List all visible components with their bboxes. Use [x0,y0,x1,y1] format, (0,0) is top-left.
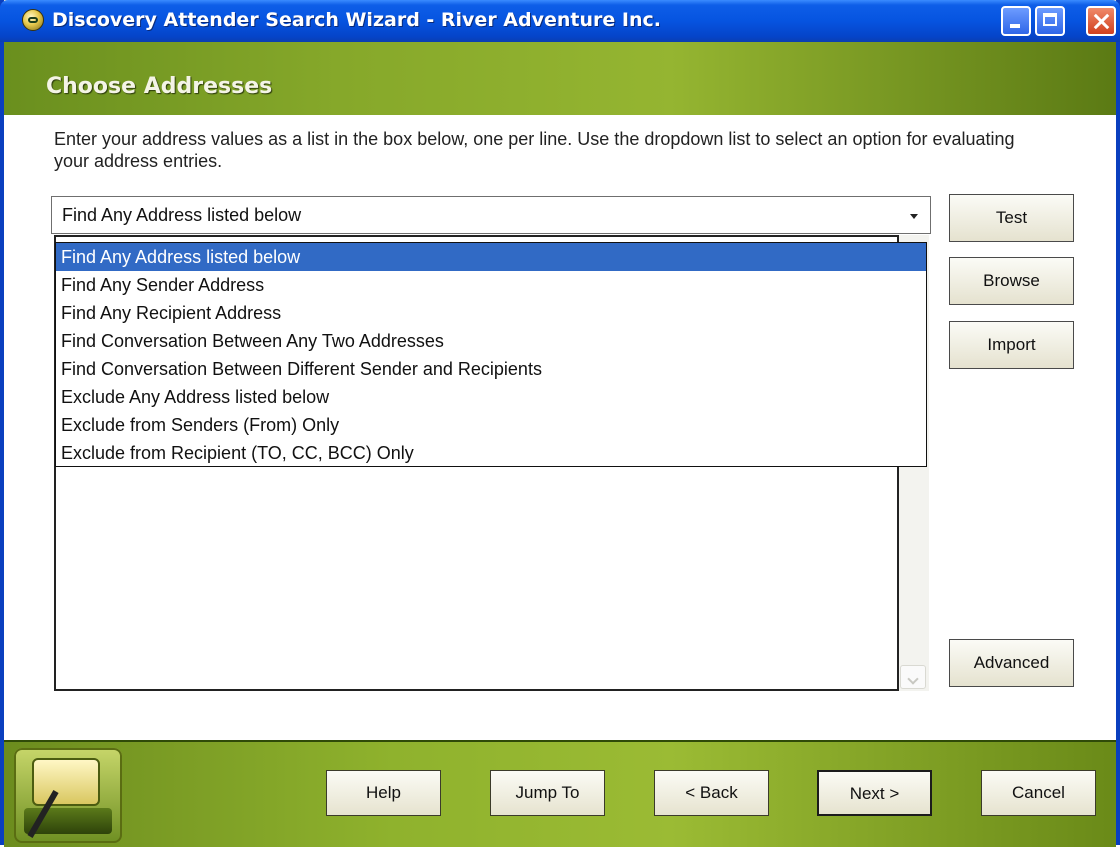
dropdown-option[interactable]: Find Conversation Between Different Send… [56,355,926,383]
dropdown-selected-value: Find Any Address listed below [62,205,302,225]
dropdown-option[interactable]: Find Any Sender Address [56,271,926,299]
wizard-header: Choose Addresses [4,42,1116,116]
dropdown-options-list: Find Any Address listed below Find Any S… [55,242,927,467]
logo-screen-icon [32,758,100,806]
chevron-down-icon[interactable] [897,198,929,232]
close-button[interactable] [1086,6,1116,36]
next-button[interactable]: Next > [817,770,932,816]
content-area: Enter your address values as a list in t… [4,115,1116,740]
evaluation-dropdown[interactable]: Find Any Address listed below [51,196,931,234]
app-icon [22,9,44,31]
jump-to-button[interactable]: Jump To [490,770,605,816]
scroll-down-icon[interactable] [900,665,926,689]
maximize-button[interactable] [1035,6,1065,36]
test-button[interactable]: Test [949,194,1074,242]
instructions-text: Enter your address values as a list in t… [54,129,1015,171]
dropdown-option[interactable]: Find Any Address listed below [56,243,926,271]
advanced-button[interactable]: Advanced [949,639,1074,687]
dropdown-option[interactable]: Exclude from Senders (From) Only [56,411,926,439]
dropdown-option[interactable]: Exclude from Recipient (TO, CC, BCC) Onl… [56,439,926,467]
dropdown-option[interactable]: Find Any Recipient Address [56,299,926,327]
import-button[interactable]: Import [949,321,1074,369]
wizard-window: Discovery Attender Search Wizard - River… [0,0,1120,847]
window-title: Discovery Attender Search Wizard - River… [52,9,661,31]
page-title: Choose Addresses [46,74,273,99]
back-button[interactable]: < Back [654,770,769,816]
dropdown-option[interactable]: Find Conversation Between Any Two Addres… [56,327,926,355]
minimize-button[interactable] [1001,6,1031,36]
cancel-button[interactable]: Cancel [981,770,1096,816]
browse-button[interactable]: Browse [949,257,1074,305]
app-logo [14,748,122,843]
help-button[interactable]: Help [326,770,441,816]
dropdown-option[interactable]: Exclude Any Address listed below [56,383,926,411]
title-bar[interactable]: Discovery Attender Search Wizard - River… [0,0,1120,42]
